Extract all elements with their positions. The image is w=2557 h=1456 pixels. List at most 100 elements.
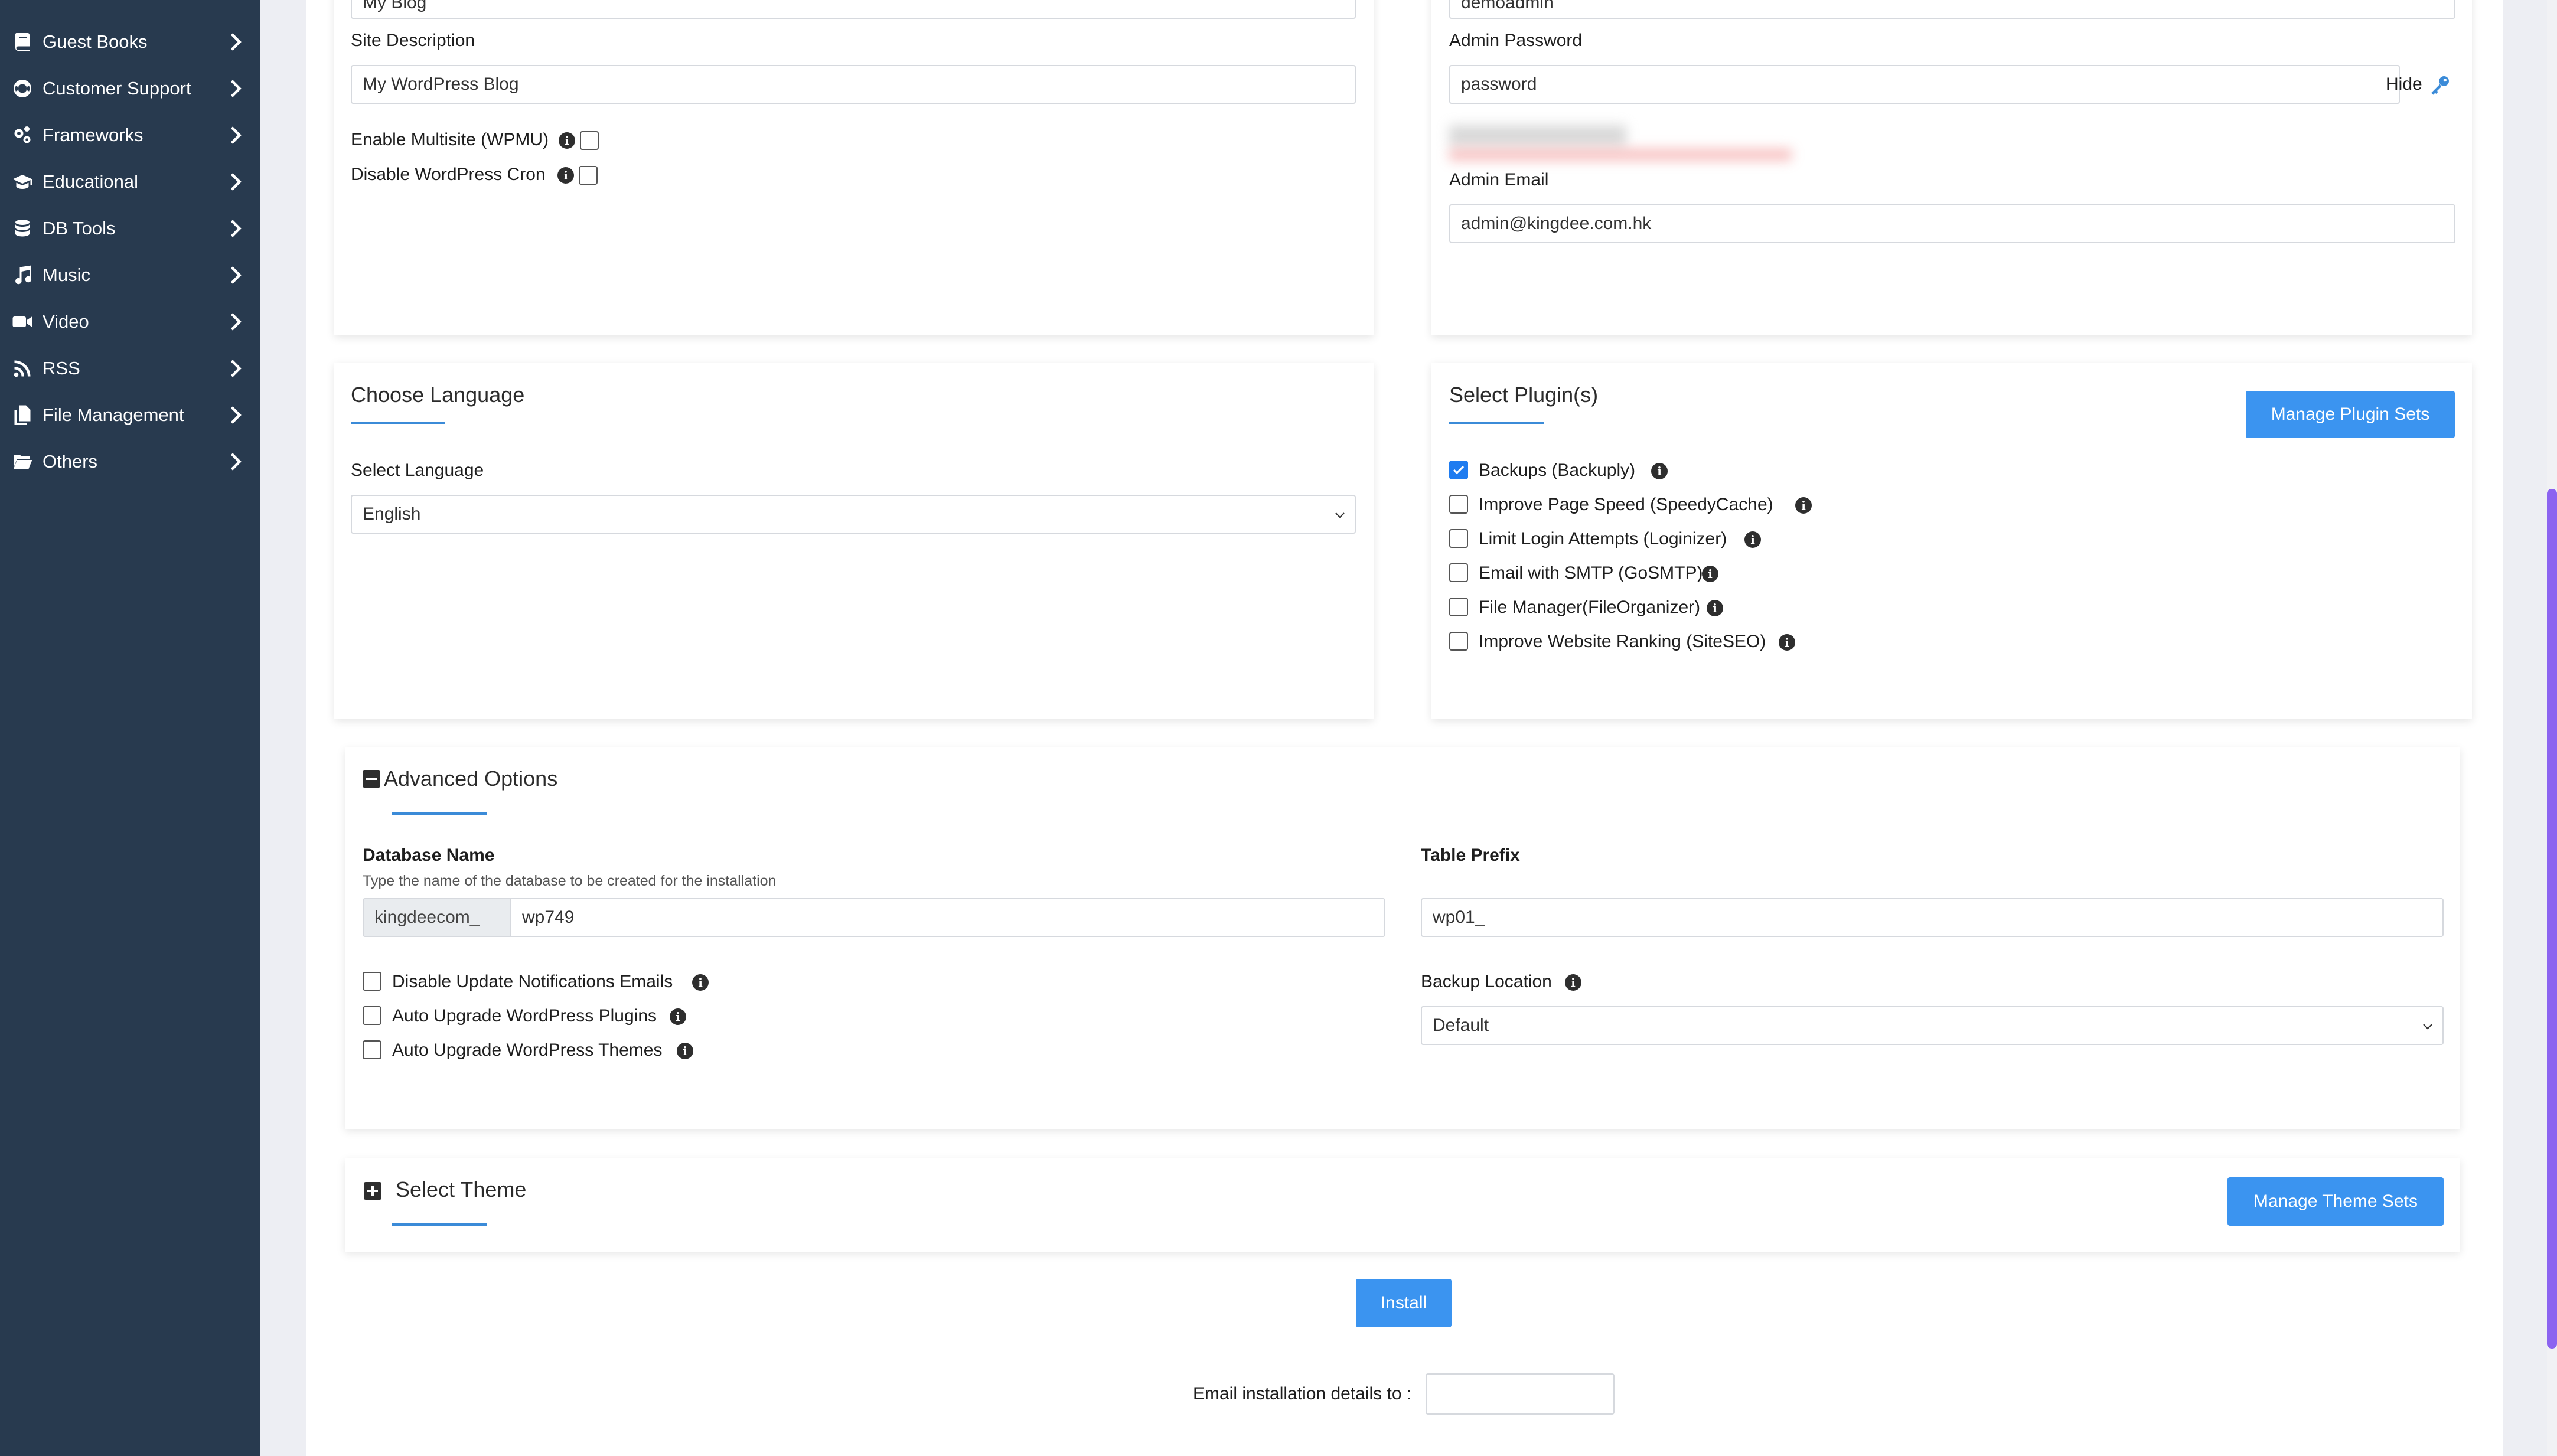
files-icon (12, 404, 33, 426)
sidebar-item-label: Educational (43, 171, 139, 192)
sidebar-item-customer-support[interactable]: Customer Support (0, 68, 260, 109)
sidebar-item-label: DB Tools (43, 218, 116, 239)
sidebar-item-label: Frameworks (43, 125, 143, 145)
info-icon[interactable]: i (1707, 600, 1723, 616)
password-strength-text (1449, 125, 1626, 146)
hide-password-toggle[interactable]: Hide (2386, 74, 2422, 94)
email-details-input[interactable] (1426, 1373, 1615, 1415)
admin-password-label: Admin Password (1449, 31, 1583, 50)
rss-icon (12, 358, 33, 379)
backup-location-value: Default (1433, 1016, 1489, 1035)
info-icon[interactable]: i (1651, 463, 1668, 479)
plugins-section-title: Select Plugin(s) (1449, 383, 1599, 407)
language-card: Choose Language Select Language English (334, 363, 1374, 719)
chevron-right-icon (229, 33, 243, 51)
plugin-checkbox-backuply[interactable] (1449, 461, 1468, 479)
language-selected-value: English (363, 504, 421, 524)
info-icon[interactable]: i (692, 974, 709, 991)
site-name-input[interactable]: My Blog (351, 0, 1356, 19)
info-icon[interactable]: i (1795, 497, 1812, 514)
admin-password-input[interactable]: password (1449, 65, 2400, 104)
info-icon[interactable]: i (1565, 974, 1581, 991)
select-language-label: Select Language (351, 461, 484, 480)
plugin-label: Backups (Backuply) (1479, 461, 1636, 480)
plugin-label: Email with SMTP (GoSMTP) (1479, 563, 1703, 583)
sidebar-item-educational[interactable]: Educational (0, 161, 260, 203)
chevron-right-icon (229, 220, 243, 237)
plugin-checkbox-speedycache[interactable] (1449, 495, 1468, 514)
admin-username-input[interactable]: demoadmin (1449, 0, 2455, 19)
sidebar-item-file-management[interactable]: File Management (0, 394, 260, 436)
plugin-checkbox-fileorganizer[interactable] (1449, 598, 1468, 616)
table-prefix-label: Table Prefix (1421, 845, 1520, 865)
sidebar-item-music[interactable]: Music (0, 254, 260, 296)
sidebar: Guest Books Customer Support Frameworks … (0, 0, 260, 1456)
info-icon[interactable]: i (677, 1043, 693, 1059)
sidebar-item-label: Music (43, 265, 90, 285)
manage-theme-sets-button[interactable]: Manage Theme Sets (2227, 1177, 2444, 1226)
select-theme-title[interactable]: Select Theme (396, 1177, 526, 1202)
multisite-checkbox[interactable] (580, 131, 599, 150)
plugin-checkbox-gosmtp[interactable] (1449, 563, 1468, 582)
info-icon[interactable]: i (1702, 566, 1718, 582)
sidebar-item-frameworks[interactable]: Frameworks (0, 115, 260, 156)
plugin-label: File Manager(FileOrganizer) (1479, 598, 1701, 617)
key-icon[interactable] (2428, 73, 2452, 97)
chevron-right-icon (229, 126, 243, 144)
sidebar-item-label: Guest Books (43, 31, 148, 52)
chevron-right-icon (229, 360, 243, 377)
advanced-options-card: Advanced Options Database Name Type the … (345, 747, 2460, 1129)
scrollbar-thumb[interactable] (2547, 489, 2557, 1349)
plugins-card: Select Plugin(s) Manage Plugin Sets Back… (1431, 363, 2472, 719)
book-icon (12, 31, 33, 53)
info-icon[interactable]: i (1744, 531, 1761, 548)
site-settings-card: My Blog Site Description My WordPress Bl… (334, 0, 1374, 335)
disable-cron-label: Disable WordPress Cron (351, 165, 546, 184)
section-underline (351, 422, 445, 424)
folder-open-icon (12, 451, 33, 472)
manage-plugin-sets-button[interactable]: Manage Plugin Sets (2246, 391, 2455, 438)
sidebar-item-label: Customer Support (43, 78, 191, 99)
site-description-input[interactable]: My WordPress Blog (351, 65, 1356, 104)
disable-cron-checkbox[interactable] (579, 166, 598, 185)
video-icon (12, 311, 33, 332)
backup-location-select[interactable]: Default (1421, 1006, 2444, 1045)
chevron-right-icon (229, 406, 243, 424)
gears-icon (12, 125, 33, 146)
expand-plus-icon[interactable] (364, 1182, 381, 1200)
language-select[interactable]: English (351, 495, 1356, 534)
database-name-label: Database Name (363, 845, 495, 865)
admin-email-input[interactable]: admin@kingdee.com.hk (1449, 204, 2455, 243)
plugin-label: Improve Page Speed (SpeedyCache) (1479, 495, 1773, 514)
sidebar-item-video[interactable]: Video (0, 301, 260, 342)
info-icon[interactable]: i (559, 132, 575, 149)
sidebar-item-db-tools[interactable]: DB Tools (0, 208, 260, 249)
sidebar-item-label: Others (43, 451, 98, 472)
sidebar-item-guest-books[interactable]: Guest Books (0, 21, 260, 63)
backup-location-label: Backup Location (1421, 972, 1552, 991)
chevron-right-icon (229, 453, 243, 471)
plugin-checkbox-siteseo[interactable] (1449, 632, 1468, 651)
install-button[interactable]: Install (1356, 1279, 1452, 1327)
sidebar-item-rss[interactable]: RSS (0, 348, 260, 389)
chevron-right-icon (229, 266, 243, 284)
disable-update-emails-checkbox[interactable] (363, 972, 381, 991)
music-icon (12, 265, 33, 286)
multisite-label: Enable Multisite (WPMU) (351, 130, 549, 149)
info-icon[interactable]: i (557, 167, 574, 184)
auto-upgrade-themes-label: Auto Upgrade WordPress Themes (392, 1040, 663, 1060)
lifebuoy-icon (12, 78, 33, 99)
language-section-title: Choose Language (351, 383, 525, 407)
database-name-input[interactable]: wp749 (510, 898, 1385, 937)
admin-email-label: Admin Email (1449, 170, 1549, 190)
info-icon[interactable]: i (1779, 634, 1795, 651)
info-icon[interactable]: i (670, 1008, 686, 1025)
auto-upgrade-themes-checkbox[interactable] (363, 1040, 381, 1059)
plugin-checkbox-loginizer[interactable] (1449, 529, 1468, 548)
collapse-minus-icon[interactable] (363, 770, 380, 788)
auto-upgrade-plugins-checkbox[interactable] (363, 1006, 381, 1025)
table-prefix-input[interactable]: wp01_ (1421, 898, 2444, 937)
sidebar-item-others[interactable]: Others (0, 441, 260, 482)
advanced-options-title[interactable]: Advanced Options (384, 766, 557, 791)
chevron-right-icon (229, 313, 243, 331)
